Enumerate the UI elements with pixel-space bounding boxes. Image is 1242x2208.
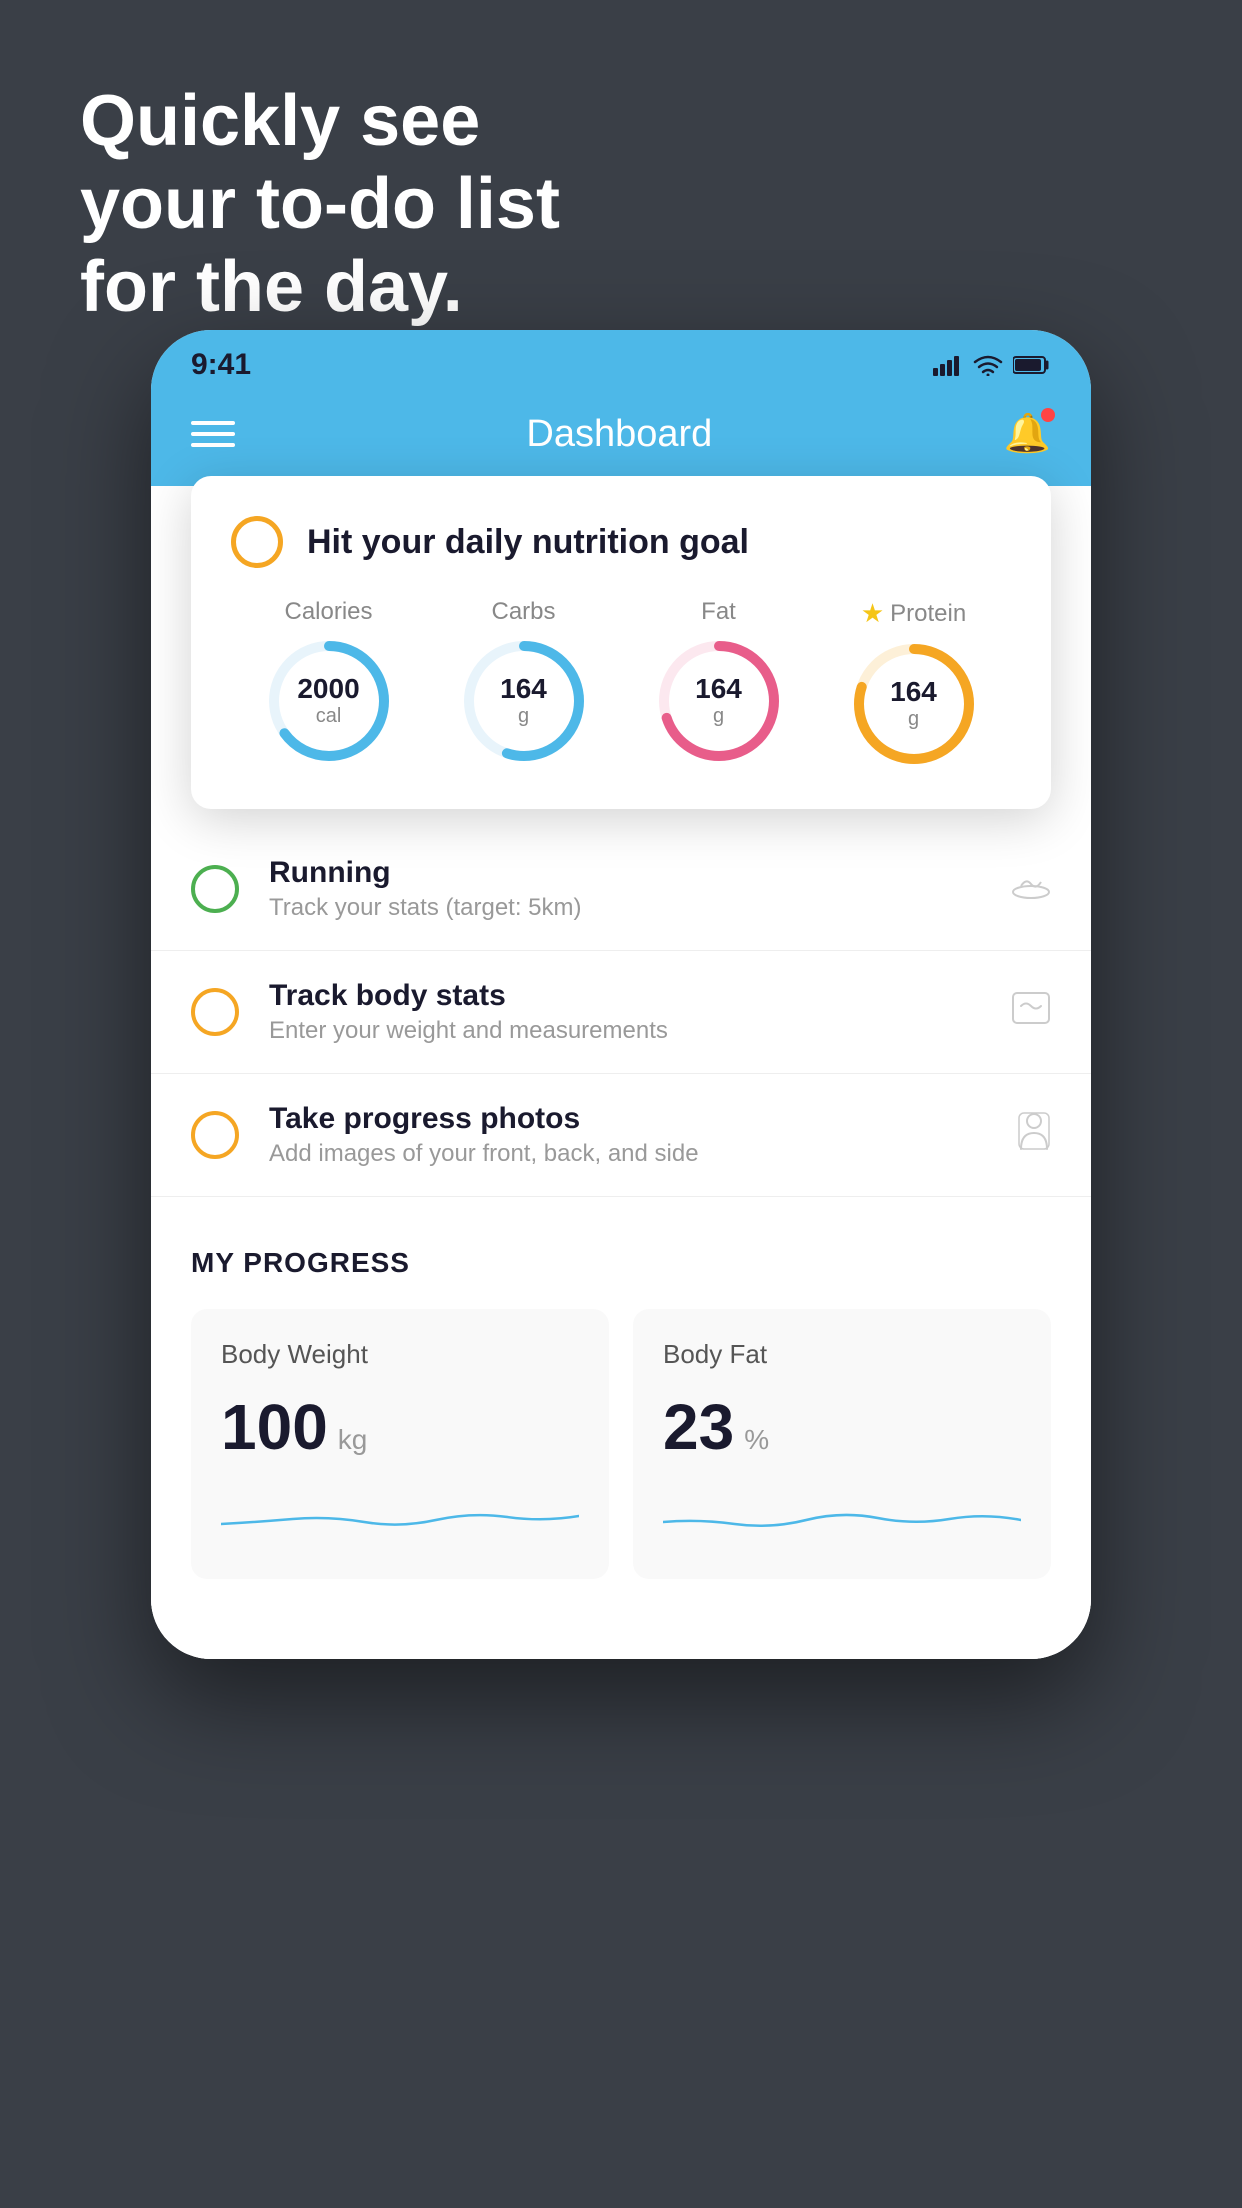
body-fat-unit: % <box>744 1424 769 1456</box>
todo-photos-desc: Add images of your front, back, and side <box>269 1140 987 1168</box>
calories-circle: 2000 cal <box>264 636 394 766</box>
running-icon <box>1011 870 1051 908</box>
fat-unit: g <box>695 705 742 728</box>
nutrition-calories: Calories 2000 cal <box>264 598 394 766</box>
card-title: Hit your daily nutrition goal <box>307 523 749 562</box>
status-bar: 9:41 <box>151 330 1091 392</box>
nav-bar: Dashboard 🔔 <box>151 392 1091 486</box>
todo-photos-name: Take progress photos <box>269 1102 987 1136</box>
todo-bodystats-desc: Enter your weight and measurements <box>269 1017 981 1045</box>
hero-line1: Quickly see <box>80 80 560 163</box>
todo-photos-text: Take progress photos Add images of your … <box>269 1102 987 1168</box>
body-weight-label: Body Weight <box>221 1339 579 1370</box>
phone-mockup: 9:41 <box>151 330 1091 1659</box>
body-weight-chart <box>221 1484 579 1544</box>
body-fat-value: 23 <box>663 1390 734 1464</box>
carbs-unit: g <box>500 705 547 728</box>
todo-bodystats-text: Track body stats Enter your weight and m… <box>269 979 981 1045</box>
nutrition-card: Hit your daily nutrition goal Calories 2… <box>191 476 1051 809</box>
body-weight-value-row: 100 kg <box>221 1390 579 1464</box>
nutrition-fat: Fat 164 g <box>654 598 784 766</box>
todo-running[interactable]: Running Track your stats (target: 5km) <box>151 828 1091 951</box>
calories-label: Calories <box>284 598 372 626</box>
hero-line3: for the day. <box>80 246 560 329</box>
fat-value: 164 <box>695 674 742 705</box>
body-fat-chart <box>663 1484 1021 1544</box>
scale-icon <box>1011 991 1051 1033</box>
carbs-value: 164 <box>500 674 547 705</box>
body-weight-unit: kg <box>338 1424 368 1456</box>
status-time: 9:41 <box>191 348 251 382</box>
body-fat-card[interactable]: Body Fat 23 % <box>633 1309 1051 1579</box>
protein-circle: 164 g <box>849 639 979 769</box>
todo-circle-nutrition[interactable] <box>231 516 283 568</box>
progress-section: MY PROGRESS Body Weight 100 kg Body Fat <box>151 1197 1091 1619</box>
nav-title: Dashboard <box>526 413 712 456</box>
star-icon: ★ <box>861 598 884 629</box>
todo-running-name: Running <box>269 856 981 890</box>
nutrition-carbs: Carbs 164 g <box>459 598 589 766</box>
carbs-label: Carbs <box>491 598 555 626</box>
body-weight-card[interactable]: Body Weight 100 kg <box>191 1309 609 1579</box>
signal-icon <box>933 354 963 376</box>
body-fat-label: Body Fat <box>663 1339 1021 1370</box>
person-icon <box>1017 1111 1051 1159</box>
phone-bottom <box>151 1619 1091 1659</box>
protein-label: ★ Protein <box>861 598 966 629</box>
todo-running-desc: Track your stats (target: 5km) <box>269 894 981 922</box>
todo-circle-bodystats <box>191 988 239 1036</box>
calories-unit: cal <box>297 705 359 728</box>
progress-title: MY PROGRESS <box>191 1247 1051 1279</box>
todo-photos[interactable]: Take progress photos Add images of your … <box>151 1074 1091 1197</box>
body-fat-value-row: 23 % <box>663 1390 1021 1464</box>
progress-cards: Body Weight 100 kg Body Fat 23 % <box>191 1309 1051 1579</box>
todo-bodystats-name: Track body stats <box>269 979 981 1013</box>
todo-running-text: Running Track your stats (target: 5km) <box>269 856 981 922</box>
protein-value: 164 <box>890 677 937 708</box>
notification-dot <box>1041 408 1055 422</box>
protein-unit: g <box>890 708 937 731</box>
status-icons <box>933 354 1051 376</box>
todo-body-stats[interactable]: Track body stats Enter your weight and m… <box>151 951 1091 1074</box>
todo-circle-running <box>191 865 239 913</box>
body-weight-value: 100 <box>221 1390 328 1464</box>
fat-circle: 164 g <box>654 636 784 766</box>
nutrition-row: Calories 2000 cal Carbs <box>231 598 1011 769</box>
hero-line2: your to-do list <box>80 163 560 246</box>
calories-value: 2000 <box>297 674 359 705</box>
phone-content: THINGS TO DO TODAY Hit your daily nutrit… <box>151 486 1091 1659</box>
hero-text: Quickly see your to-do list for the day. <box>80 80 560 328</box>
menu-icon[interactable] <box>191 421 235 447</box>
wifi-icon <box>973 354 1003 376</box>
todo-circle-photos <box>191 1111 239 1159</box>
fat-label: Fat <box>701 598 736 626</box>
nutrition-protein: ★ Protein 164 g <box>849 598 979 769</box>
bell-icon[interactable]: 🔔 <box>1004 412 1051 456</box>
battery-icon <box>1013 355 1051 375</box>
carbs-circle: 164 g <box>459 636 589 766</box>
